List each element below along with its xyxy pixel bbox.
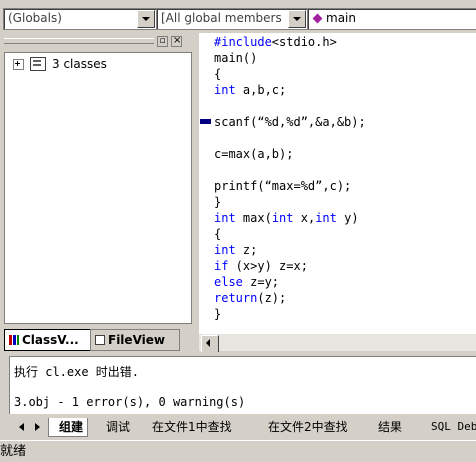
code-line[interactable]: {	[214, 66, 221, 82]
chevron-left-icon	[206, 339, 210, 347]
code-text: <stdio.h>	[271, 35, 337, 49]
code-line[interactable]: }	[214, 306, 221, 322]
output-pane[interactable]: 执行 cl.exe 时出错. 3.obj - 1 error(s), 0 war…	[0, 356, 476, 414]
classview-icon	[9, 335, 19, 345]
code-text: z;	[235, 243, 258, 257]
status-bar: 就绪	[0, 440, 476, 461]
output-vertical-bar	[0, 356, 10, 414]
function-combo[interactable]: main	[307, 8, 476, 30]
members-combo-value: [All global members	[161, 11, 282, 25]
scroll-left-button[interactable]	[201, 335, 219, 353]
tab-classview[interactable]: ClassV...	[4, 329, 97, 351]
code-text: }	[214, 195, 222, 209]
tab-find-in-files-1[interactable]: 在文件1中查找	[142, 418, 236, 436]
code-text: {	[214, 227, 222, 241]
code-keyword: int	[214, 243, 236, 257]
code-keyword: int	[214, 211, 236, 225]
code-line[interactable]: else z=y;	[214, 274, 279, 290]
code-line[interactable]: if (x>y) z=x;	[214, 258, 308, 274]
code-text: {	[214, 67, 222, 81]
output-line-summary: 3.obj - 1 error(s), 0 warning(s)	[14, 395, 246, 409]
workspace-grip[interactable]	[4, 38, 154, 44]
code-line[interactable]: printf(“max=%d”,c);	[214, 178, 351, 194]
code-line[interactable]: main()	[214, 50, 257, 66]
code-keyword: return	[214, 291, 258, 305]
scope-combo[interactable]: (Globals)	[3, 8, 157, 30]
tree-item-label: 3 classes	[52, 57, 107, 71]
classes-icon	[30, 57, 46, 71]
code-line[interactable]: c=max(a,b);	[214, 146, 293, 162]
chevron-left-icon	[19, 423, 24, 431]
current-line-marker-icon	[200, 119, 211, 124]
editor-horizontal-scrollbar[interactable]	[199, 333, 476, 353]
members-dropdown-button[interactable]	[288, 10, 306, 28]
code-text: }	[214, 307, 222, 321]
class-tree[interactable]: 3 classes	[4, 52, 192, 324]
code-line[interactable]: #include<stdio.h>	[214, 34, 337, 50]
tab-sql-debugging[interactable]: SQL Deb	[421, 418, 476, 436]
code-keyword: #include	[214, 35, 272, 49]
code-text: (z);	[257, 291, 287, 305]
code-line[interactable]: return(z);	[214, 290, 286, 306]
code-text: printf(“max=%d”,c);	[214, 179, 352, 193]
code-text: y)	[336, 211, 359, 225]
status-text: 就绪	[0, 444, 27, 459]
code-text: max(	[235, 211, 272, 225]
chevron-down-icon	[293, 17, 301, 21]
code-line[interactable]: int max(int x,int y)	[214, 210, 359, 226]
code-text: a,b,c;	[235, 83, 287, 97]
function-combo-value: main	[326, 11, 356, 25]
close-icon: ×	[173, 35, 182, 46]
code-keyword: if	[214, 259, 229, 273]
tab-build[interactable]: 组建	[48, 418, 89, 437]
code-line[interactable]: int a,b,c;	[214, 82, 286, 98]
tab-nav-left-button[interactable]	[16, 420, 28, 434]
code-text: x,	[293, 211, 316, 225]
code-line[interactable]: }	[214, 194, 221, 210]
tab-debug[interactable]: 调试	[96, 418, 134, 436]
code-text: z=y;	[242, 275, 280, 289]
fileview-icon	[95, 335, 105, 345]
code-line[interactable]: scanf(“%d,%d”,&a,&b);	[214, 114, 366, 130]
code-line[interactable]: {	[214, 226, 221, 242]
tab-fileview[interactable]: FileView	[90, 329, 180, 351]
workspace-maximize-button[interactable]: ▫	[157, 36, 168, 47]
code-keyword: int	[214, 83, 236, 97]
code-text: scanf(“%d,%d”,&a,&b);	[214, 115, 366, 129]
output-tab-bar: 组建 调试 在文件1中查找 在文件2中查找 结果 SQL Deb	[0, 416, 476, 438]
code-text: c=max(a,b);	[214, 147, 294, 161]
code-text: main()	[214, 51, 258, 65]
chevron-right-icon	[35, 423, 40, 431]
tab-fileview-label: FileView	[108, 333, 165, 347]
tab-find-in-files-2[interactable]: 在文件2中查找	[258, 418, 352, 436]
scope-dropdown-button[interactable]	[137, 10, 155, 28]
code-line[interactable]: int z;	[214, 242, 257, 258]
workspace-close-button[interactable]: ×	[171, 35, 182, 47]
scope-combo-value: (Globals)	[8, 11, 62, 25]
function-icon	[312, 13, 323, 24]
tab-results[interactable]: 结果	[368, 418, 406, 436]
chevron-down-icon	[142, 17, 150, 21]
members-combo[interactable]: [All global members	[156, 8, 308, 30]
tab-nav-right-button[interactable]	[32, 420, 44, 434]
code-text: (x>y) z=x;	[228, 259, 308, 273]
code-keyword: else	[214, 275, 243, 289]
tree-item-classes[interactable]: 3 classes	[13, 57, 107, 71]
code-keyword: int	[315, 211, 337, 225]
output-line-error: 执行 cl.exe 时出错.	[14, 365, 140, 379]
code-keyword: int	[271, 211, 294, 225]
editor-margin	[199, 33, 211, 333]
tab-classview-label: ClassV...	[22, 333, 79, 347]
expand-icon[interactable]	[13, 58, 24, 70]
